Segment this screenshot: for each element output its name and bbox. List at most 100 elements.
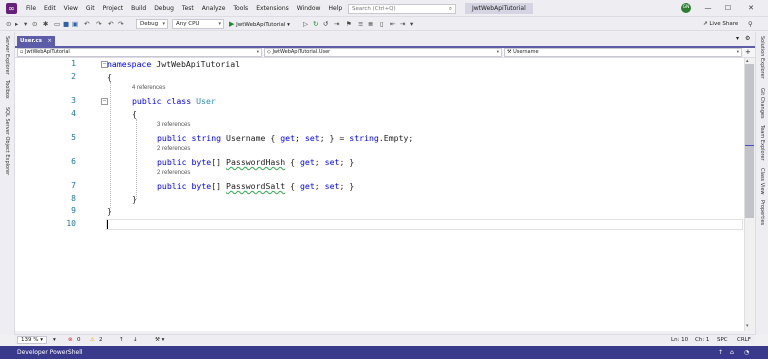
previous-issue-icon[interactable]: ↑	[119, 336, 124, 344]
code-editor[interactable]	[15, 58, 744, 331]
code-line-6: public byte[] PasswordHash { get; set; }	[157, 157, 354, 167]
scrollbar-thumb[interactable]	[745, 64, 754, 218]
menu-tools[interactable]: Tools	[229, 0, 252, 17]
class-view-tab[interactable]: Class View	[759, 168, 765, 195]
codelens-references[interactable]: 4 references	[132, 85, 165, 91]
forward-icon[interactable]: ⊙	[32, 19, 37, 29]
menu-build[interactable]: Build	[127, 0, 150, 17]
column-indicator[interactable]: Ch: 1	[695, 336, 709, 344]
error-icon[interactable]: ⊗	[68, 336, 73, 344]
search-icon: ⌕	[448, 6, 452, 12]
menu-file[interactable]: File	[22, 0, 40, 17]
zoom-value: 139 %	[21, 337, 39, 343]
menu-window[interactable]: Window	[293, 0, 325, 17]
close-tab-icon[interactable]: ×	[47, 36, 52, 46]
new-item-icon[interactable]: ✱	[43, 19, 48, 29]
zoom-select[interactable]: 139 % ▾	[17, 336, 47, 344]
line-indicator[interactable]: Ln: 10	[671, 336, 688, 344]
git-changes-tab[interactable]: Git Changes	[759, 88, 765, 119]
whitespace-indicator[interactable]: SPC	[717, 336, 728, 344]
code-cleanup-icon[interactable]: ⚒ ▾	[155, 336, 164, 344]
chevron-down-icon: ▾	[218, 21, 221, 27]
codelens-references[interactable]: 2 references	[157, 146, 190, 152]
undo-dropdown-icon[interactable]: ↶	[108, 19, 113, 29]
uncomment-icon[interactable]: ≣	[368, 19, 373, 29]
maximize-button[interactable]: ☐	[722, 2, 734, 14]
feedback-icon[interactable]: ⚲	[748, 19, 753, 29]
codelens-references[interactable]: 2 references	[157, 170, 190, 176]
indent-icon[interactable]: ⇤	[390, 19, 395, 29]
refresh-icon[interactable]: ↺	[323, 19, 328, 29]
notifications-icon[interactable]: ⌂	[730, 346, 734, 359]
save-all-icon[interactable]: ▣	[72, 19, 78, 29]
search-input[interactable]: Search (Ctrl+Q) ⌕	[348, 4, 456, 14]
settings-gear-icon[interactable]: ⚙	[745, 35, 750, 42]
keyword: set	[324, 157, 340, 167]
menu-debug[interactable]: Debug	[150, 0, 178, 17]
toolbar-options-icon[interactable]: ▾	[410, 19, 413, 29]
run-button[interactable]: ▶ JwtWebApiTutorial ▾	[229, 19, 290, 30]
avatar[interactable]: GN	[681, 3, 691, 13]
redo-icon[interactable]: ↷	[96, 19, 101, 29]
tab-user-cs[interactable]: User.cs ×	[17, 36, 55, 46]
navigate-forward-icon[interactable]: ▸	[15, 19, 18, 29]
health-icon[interactable]: ▾	[53, 336, 56, 344]
codelens-references[interactable]: 3 references	[157, 122, 190, 128]
menu-test[interactable]: Test	[178, 0, 198, 17]
server-explorer-tab[interactable]: Server Explorer	[4, 36, 10, 75]
close-button[interactable]: ✕	[745, 2, 757, 14]
tab-list-dropdown-icon[interactable]: ▾	[736, 35, 739, 42]
configuration-select[interactable]: Debug ▾	[136, 19, 168, 29]
save-icon[interactable]: ■	[63, 19, 69, 29]
split-editor-icon[interactable]: +	[745, 48, 751, 57]
warning-icon[interactable]: ⚠	[90, 336, 95, 344]
collapse-icon[interactable]: −	[101, 98, 108, 105]
properties-tab[interactable]: Properties	[759, 200, 765, 225]
open-icon[interactable]: ▭	[54, 19, 60, 29]
breakpoint-icon[interactable]: ▯	[380, 19, 384, 29]
start-without-debugging-icon[interactable]: ▷	[303, 19, 308, 29]
back-icon[interactable]: ⊙	[6, 19, 11, 29]
comment-icon[interactable]: ≡	[358, 19, 363, 29]
scroll-down-icon[interactable]: ▾	[746, 323, 749, 329]
menu-analyze[interactable]: Analyze	[198, 0, 230, 17]
menu-extensions[interactable]: Extensions	[252, 0, 293, 17]
developer-powershell-tab[interactable]: Developer PowerShell	[17, 349, 83, 356]
solution-explorer-tab[interactable]: Solution Explorer	[759, 36, 765, 79]
next-issue-icon[interactable]: ↓	[133, 336, 138, 344]
type-dropdown[interactable]: ◇ JwtWebApiTutorial.User ▾	[264, 48, 502, 57]
outdent-icon[interactable]: ⇥	[400, 19, 405, 29]
menu-edit[interactable]: Edit	[40, 0, 60, 17]
menu-project[interactable]: Project	[99, 0, 128, 17]
menu-git[interactable]: Git	[82, 0, 99, 17]
minimize-button[interactable]: —	[702, 2, 714, 14]
code-line-9: }	[107, 206, 112, 216]
dropdown-icon[interactable]: ▾	[24, 19, 27, 29]
team-explorer-tab[interactable]: Team Explorer	[759, 125, 765, 161]
line-ending-indicator[interactable]: CRLF	[737, 336, 751, 344]
line-number: 10	[66, 219, 76, 228]
keyword: byte	[186, 157, 212, 167]
project-dropdown[interactable]: ▫ JwtWebApiTutorial ▾	[17, 48, 262, 57]
chevron-down-icon: ▾	[736, 50, 739, 55]
brace: {	[132, 109, 137, 119]
chevron-down-icon: ▾	[496, 50, 499, 55]
bell-icon[interactable]: ◔	[744, 346, 749, 359]
scroll-up-icon[interactable]: ▴	[746, 58, 749, 64]
sql-server-object-explorer-tab[interactable]: SQL Server Object Explorer	[4, 107, 10, 175]
source-control-icon[interactable]: ↑	[718, 346, 723, 359]
live-share-button[interactable]: ⇗ Live Share	[703, 19, 738, 29]
bookmark-icon[interactable]: ⚑	[346, 19, 352, 29]
toolbox-tab[interactable]: Toolbox	[4, 80, 10, 99]
menu-help[interactable]: Help	[324, 0, 346, 17]
keyword: get	[280, 133, 296, 143]
hot-reload-icon[interactable]: ↻	[313, 19, 318, 29]
member-dropdown[interactable]: ⚒ Username ▾	[504, 48, 742, 57]
undo-icon[interactable]: ↶	[84, 19, 89, 29]
step-icon[interactable]: ⇥	[334, 19, 339, 29]
status-bar: Developer PowerShell ↑ ⌂ ◔	[0, 346, 768, 359]
menu-view[interactable]: View	[60, 0, 82, 17]
code-line-2: {	[107, 72, 112, 82]
redo-dropdown-icon[interactable]: ↷	[118, 19, 123, 29]
platform-select[interactable]: Any CPU ▾	[172, 19, 224, 29]
